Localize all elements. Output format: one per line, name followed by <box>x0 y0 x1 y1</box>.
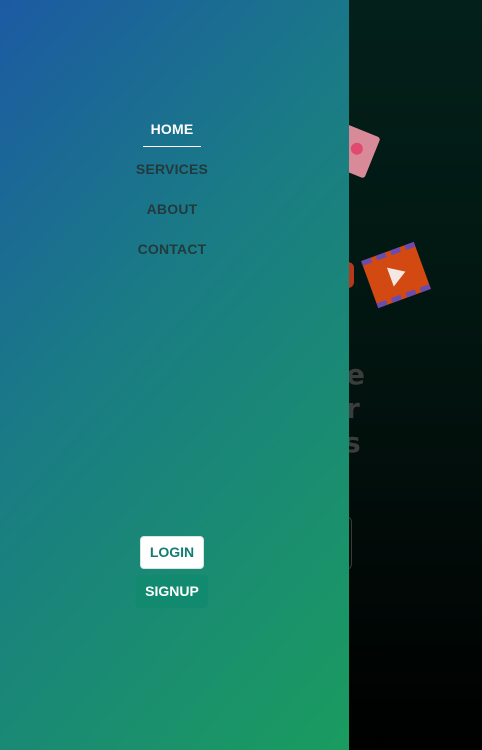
auth-buttons: LOGIN SIGNUP <box>0 536 344 608</box>
side-drawer: HOME SERVICES ABOUT CONTACT LOGIN SIGNUP <box>0 0 349 750</box>
play-icon <box>386 262 409 287</box>
video-film-icon <box>361 241 431 309</box>
nav-item-services[interactable]: SERVICES <box>136 158 208 198</box>
login-button[interactable]: LOGIN <box>140 536 204 569</box>
nav-menu: HOME SERVICES ABOUT CONTACT <box>0 118 344 278</box>
page: e r s HOME SERVICES ABOUT CONTACT LOGIN … <box>0 0 482 750</box>
nav-item-about[interactable]: ABOUT <box>147 198 198 238</box>
nav-item-home[interactable]: HOME <box>142 118 202 147</box>
nav-item-contact[interactable]: CONTACT <box>138 238 207 278</box>
signup-button[interactable]: SIGNUP <box>136 575 208 608</box>
